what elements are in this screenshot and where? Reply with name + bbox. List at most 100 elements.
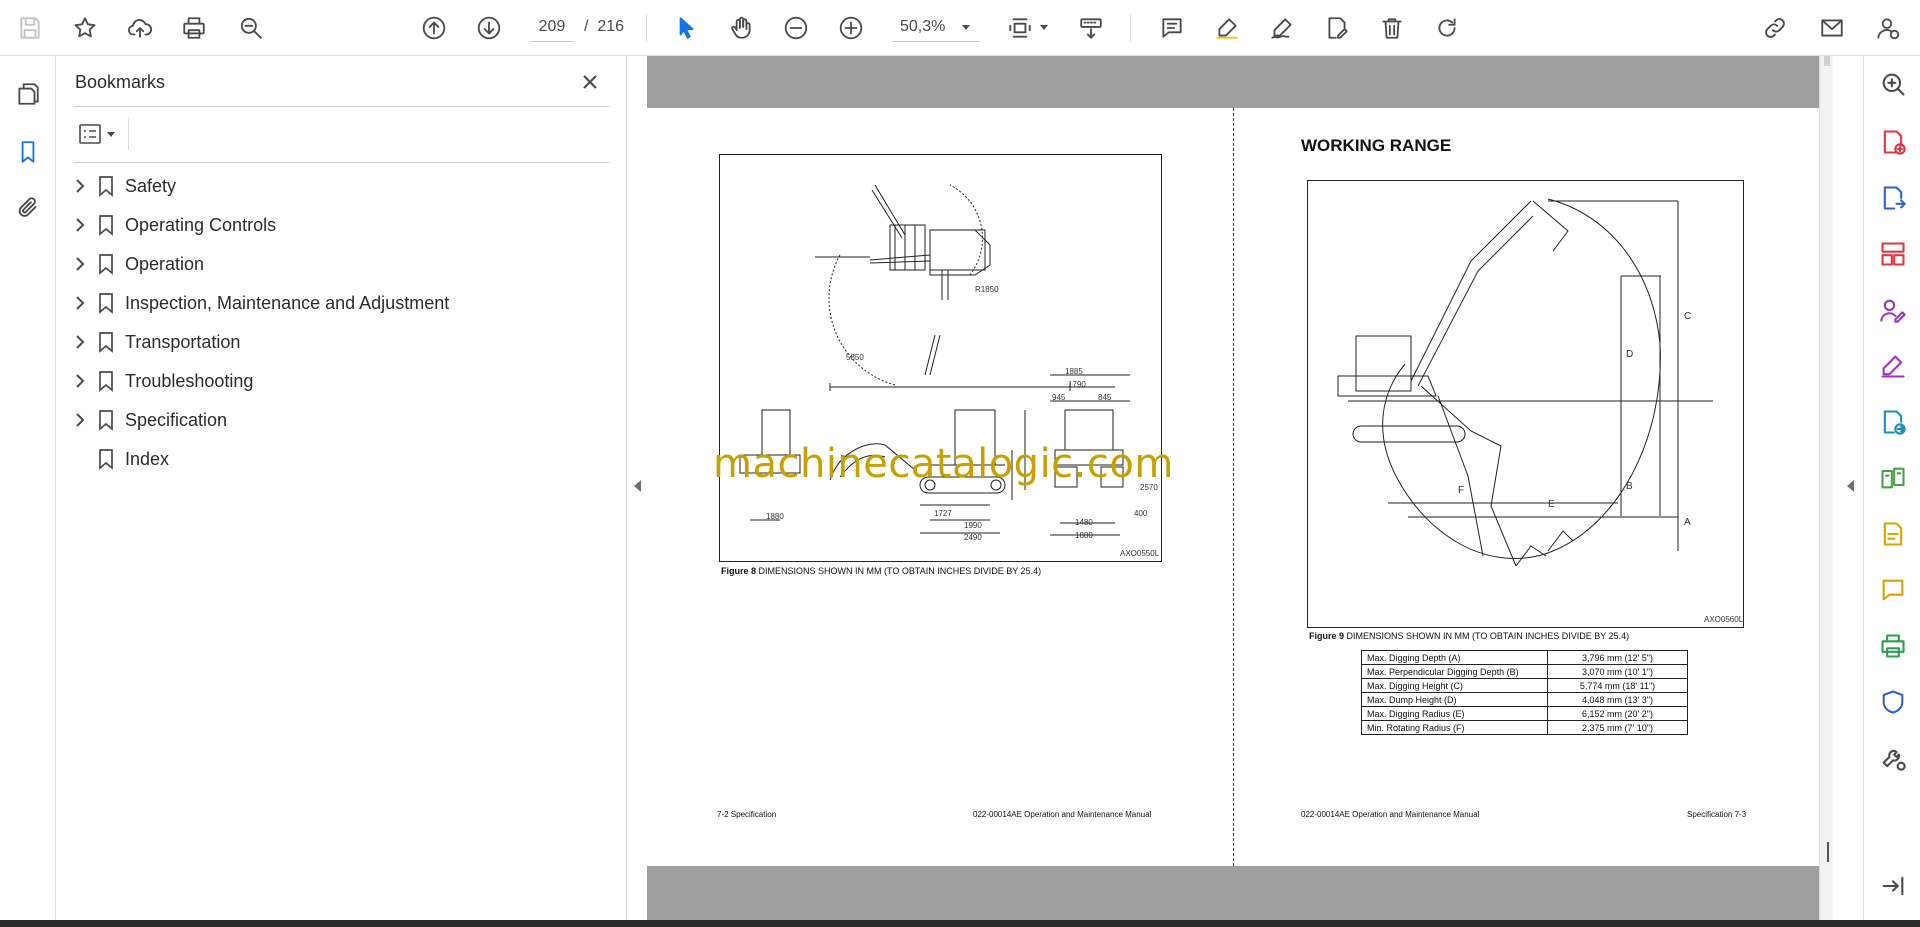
table-row: Max. Dump Height (D) 4,048 mm (13' 3") [1361, 692, 1688, 707]
bookmarks-icon[interactable] [10, 134, 46, 170]
bookmark-label: Safety [125, 176, 177, 196]
bookmark-transportation[interactable]: Transportation [56, 322, 627, 361]
bookmark-icon [96, 292, 116, 314]
print-production-icon[interactable] [1875, 628, 1911, 664]
figure-8-caption: Figure 8 DIMENSIONS SHOWN IN MM (TO OBTA… [721, 566, 1042, 576]
figure-code: AXO0550L [1120, 549, 1160, 558]
upload-cloud-icon[interactable] [122, 10, 158, 46]
bookmark-label: Operating Controls [125, 215, 277, 235]
bookmark-operating-controls[interactable]: Operating Controls [56, 205, 627, 244]
chevron-right-icon[interactable] [72, 412, 88, 428]
dimension-label: 2490 [964, 533, 982, 542]
bookmark-label: Index [125, 449, 170, 469]
bookmark-label: Operation [125, 254, 205, 274]
vertical-scrollbar[interactable] [1819, 56, 1833, 920]
table-row: Max. Perpendicular Digging Depth (B) 3,07… [1361, 664, 1688, 679]
chevron-right-icon[interactable] [72, 334, 88, 350]
bookmark-index[interactable]: Index [56, 439, 627, 478]
two-page-spread: 5850 1885 1790 945 845 1727 1990 2490 18… [647, 108, 1819, 866]
working-range-letter-f: F [1458, 485, 1465, 496]
request-signatures-icon[interactable] [1875, 292, 1911, 328]
select-tool-icon[interactable] [668, 10, 704, 46]
send-for-review-icon[interactable] [1875, 404, 1911, 440]
right-page-footer-right: Specification 7-3 [1687, 810, 1747, 819]
left-navigation-rail [0, 56, 56, 920]
next-page-icon[interactable] [471, 10, 507, 46]
print-icon[interactable] [176, 10, 212, 46]
zoom-search-icon[interactable] [1875, 66, 1911, 102]
dimension-label: R1850 [975, 285, 999, 294]
comment-icon[interactable] [1154, 10, 1190, 46]
chevron-right-icon[interactable] [72, 373, 88, 389]
bookmark-options-button[interactable] [74, 116, 124, 152]
delete-icon[interactable] [1374, 10, 1410, 46]
previous-page-icon[interactable] [416, 10, 452, 46]
bookmark-specification[interactable]: Specification [56, 400, 627, 439]
edit-text-icon[interactable] [1319, 10, 1355, 46]
bookmark-icon [96, 214, 116, 236]
scrollbar-thumb[interactable] [1824, 56, 1830, 66]
collapse-left-panel-icon[interactable] [634, 480, 641, 492]
share-link-icon[interactable] [1757, 10, 1793, 46]
fill-and-sign-icon[interactable] [1875, 348, 1911, 384]
close-panel-button[interactable] [576, 68, 604, 96]
chevron-right-icon[interactable] [72, 295, 88, 311]
attachments-icon[interactable] [10, 190, 46, 226]
account-help-icon[interactable] [1870, 10, 1906, 46]
bookmark-safety[interactable]: Safety [56, 166, 627, 205]
dimension-label: 400 [1134, 509, 1148, 518]
dimension-label: 1727 [934, 509, 952, 518]
comment-tool-icon[interactable] [1875, 572, 1911, 608]
panel-title: Bookmarks [75, 72, 166, 92]
chevron-right-icon[interactable] [72, 178, 88, 194]
organize-pages-icon[interactable] [1875, 236, 1911, 272]
close-icon [583, 75, 597, 89]
email-icon[interactable] [1814, 10, 1850, 46]
bookmark-inspection-maintenance[interactable]: Inspection, Maintenance and Adjustment [56, 283, 627, 322]
save-icon[interactable] [12, 10, 48, 46]
bookmark-label: Transportation [125, 332, 241, 352]
table-row: Max. Digging Height (C) 5,774 mm (18' 11"… [1361, 678, 1688, 693]
bookmark-troubleshooting[interactable]: Troubleshooting [56, 361, 627, 400]
page-heading: WORKING RANGE [1301, 136, 1452, 155]
search-zoom-icon[interactable] [233, 10, 269, 46]
page-thumbnails-icon[interactable] [10, 76, 46, 112]
protect-icon[interactable] [1875, 684, 1911, 720]
hand-tool-icon[interactable] [723, 10, 759, 46]
chevron-right-icon[interactable] [72, 217, 88, 233]
scroll-mode-icon[interactable] [1073, 10, 1109, 46]
fit-menu-chevron-icon[interactable] [1040, 25, 1048, 30]
bookmark-label: Specification [125, 410, 228, 430]
draw-signature-icon[interactable] [1264, 10, 1300, 46]
page-number-input[interactable] [530, 12, 574, 42]
highlight-icon[interactable] [1209, 10, 1245, 46]
bookmark-icon [96, 253, 116, 275]
dimension-label: 5850 [846, 353, 864, 362]
zoom-out-icon[interactable] [778, 10, 814, 46]
expand-panel-icon[interactable] [1875, 868, 1911, 904]
figure-code: AXO0560L [1704, 615, 1744, 624]
table-row: Max. Digging Radius (E) 6,152 mm (20' 2") [1361, 706, 1688, 721]
fit-page-icon[interactable] [1002, 10, 1038, 46]
dimension-label: 1880 [766, 512, 784, 521]
page-gap-bottom [647, 866, 1819, 920]
redo-icon[interactable] [1429, 10, 1465, 46]
dimension-label: 945 [1052, 393, 1066, 402]
table-row: Max. Digging Depth (A) 3,796 mm (12' 5") [1361, 650, 1688, 665]
dimension-label: 1880 [1075, 531, 1093, 540]
chevron-right-icon[interactable] [72, 256, 88, 272]
chevron-down-icon [962, 25, 970, 30]
compare-files-icon[interactable] [1875, 460, 1911, 496]
export-pdf-icon[interactable] [1875, 180, 1911, 216]
collapse-right-panel-icon[interactable] [1847, 480, 1854, 492]
scan-ocr-icon[interactable] [1875, 516, 1911, 552]
bookmark-operation[interactable]: Operation [56, 244, 627, 283]
more-tools-icon[interactable] [1875, 740, 1911, 776]
left-page-footer-left: 7-2 Specification [717, 810, 777, 819]
create-pdf-icon[interactable] [1875, 124, 1911, 160]
zoom-in-icon[interactable] [833, 10, 869, 46]
star-icon[interactable] [67, 10, 103, 46]
document-viewport[interactable]: 5850 1885 1790 945 845 1727 1990 2490 18… [627, 56, 1863, 920]
bookmark-icon [96, 175, 116, 197]
dimension-label: 1885 [1065, 367, 1083, 376]
